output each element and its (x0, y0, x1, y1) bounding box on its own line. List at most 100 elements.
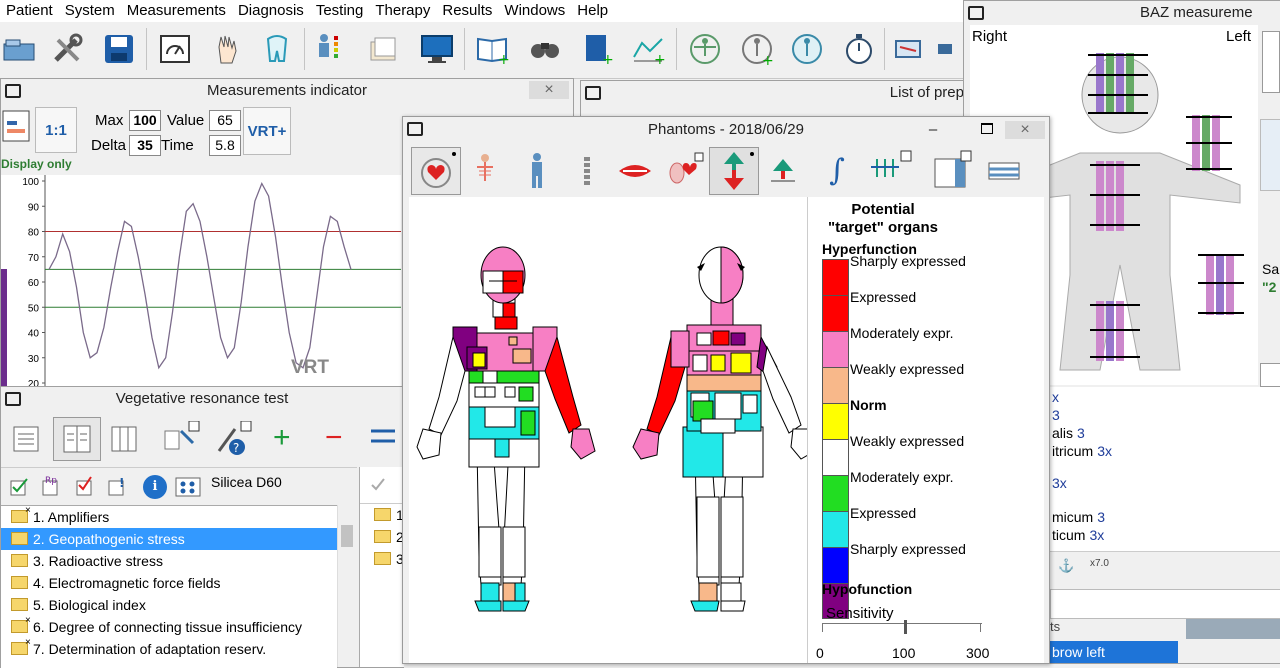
legend-swatch (822, 259, 849, 297)
mouth-icon[interactable] (615, 149, 655, 193)
spine-icon[interactable] (569, 149, 605, 193)
open-folder-icon[interactable] (0, 30, 38, 68)
value-label: Value (167, 112, 205, 129)
notebook-add-icon[interactable]: + (578, 30, 616, 68)
save-icon[interactable] (100, 30, 138, 68)
stopwatch-icon[interactable] (840, 30, 878, 68)
right-tree-item[interactable]: 1 (360, 504, 404, 526)
measurements-title: Measurements indicator (206, 82, 368, 99)
tree-item[interactable]: 2. Geopathogenic stress (1, 528, 337, 550)
svg-text:+: + (498, 52, 510, 65)
baz-remedy-line[interactable]: micum 3 (1052, 509, 1105, 525)
window-icon (407, 122, 423, 136)
svg-text:Rp: Rp (45, 476, 57, 486)
grid-view-icon[interactable] (105, 421, 143, 457)
menu-system[interactable]: System (59, 0, 121, 22)
scroll-thumb[interactable] (341, 525, 353, 547)
vitruvian-add-icon[interactable]: + (738, 30, 776, 68)
menu-help[interactable]: Help (571, 0, 614, 22)
display-only-label: Display only (1, 157, 72, 171)
panel-layout-icon[interactable] (929, 149, 973, 193)
binoculars-icon[interactable] (526, 30, 564, 68)
updown-arrows-icon[interactable] (709, 147, 759, 195)
remove-icon[interactable]: − (325, 423, 343, 453)
tree-item[interactable]: × 7. Determination of adaptation reserv. (1, 637, 337, 660)
tree-item[interactable]: × 6. Degree of connecting tissue insuffic… (1, 615, 337, 638)
tree-item[interactable]: 5. Biological index (1, 594, 337, 616)
body-icon[interactable] (519, 149, 555, 193)
side-box[interactable] (1260, 363, 1280, 387)
ratio-button[interactable]: 1:1 (35, 107, 77, 153)
menu-measurements[interactable]: Measurements (121, 0, 232, 22)
anchor-icon[interactable]: ⚓ (1058, 558, 1074, 574)
graph-add-icon[interactable]: + (630, 30, 668, 68)
list-view-icon[interactable] (7, 421, 45, 457)
baz-remedy-line[interactable]: itricum 3x (1052, 443, 1112, 459)
menu-therapy[interactable]: Therapy (369, 0, 436, 22)
dots-icon[interactable] (175, 477, 201, 497)
monitor-icon[interactable] (418, 30, 456, 68)
maximize-icon[interactable] (981, 123, 993, 134)
baz-remedy-line[interactable]: 3 (1052, 407, 1060, 423)
mark-icon: × (25, 637, 31, 648)
baz-remedy-line[interactable]: alis 3 (1052, 425, 1085, 441)
hand-icon[interactable] (208, 30, 246, 68)
organs-icon[interactable] (665, 149, 705, 193)
side-button[interactable] (1260, 119, 1280, 191)
book-add-icon[interactable]: + (474, 30, 512, 68)
body-scale-icon[interactable] (310, 30, 348, 68)
close-icon[interactable]: × (529, 81, 569, 99)
help-pen-icon[interactable]: ? (213, 420, 253, 457)
add-icon[interactable]: + (273, 423, 291, 453)
close-icon[interactable]: × (1005, 121, 1045, 139)
arrows-filter-icon[interactable] (867, 149, 915, 193)
device-icon[interactable] (892, 30, 930, 68)
info-icon[interactable]: i (143, 475, 167, 499)
body-settings-icon[interactable] (788, 30, 826, 68)
arrow-left-item[interactable]: brow left (1050, 641, 1178, 663)
check-icon[interactable] (9, 475, 31, 497)
vrt-plus-button[interactable]: VRT+ (243, 107, 291, 155)
vitruvian-icon[interactable] (686, 30, 724, 68)
tree-item[interactable]: × 1. Amplifiers (1, 505, 337, 528)
check-icon[interactable] (360, 467, 390, 497)
check-list-icon[interactable] (75, 475, 97, 497)
report-icon[interactable] (1, 107, 33, 145)
menu-patient[interactable]: Patient (0, 0, 59, 22)
horizontal-bars-icon[interactable] (985, 149, 1025, 193)
rp-icon[interactable]: Rp (41, 475, 63, 497)
tree-item[interactable]: 4. Electromagnetic force fields (1, 572, 337, 594)
baz-remedy-line[interactable]: 3x (1052, 475, 1067, 491)
menu-diagnosis[interactable]: Diagnosis (232, 0, 310, 22)
tab-ts[interactable]: ts (1050, 619, 1060, 634)
heart-target-icon[interactable] (411, 147, 461, 195)
right-tree-item[interactable]: 2 (360, 526, 404, 548)
side-text-2: "2 (1262, 279, 1277, 295)
columns-view-icon[interactable] (53, 417, 101, 461)
scissors-icon[interactable] (161, 420, 201, 457)
tree-scrollbar[interactable] (337, 505, 356, 667)
baz-remedy-line[interactable]: ticum 3x (1052, 527, 1104, 543)
gauge-icon[interactable] (156, 30, 194, 68)
pin-button[interactable] (1262, 31, 1280, 93)
cards-icon[interactable] (364, 30, 402, 68)
minimize-icon[interactable]: – (913, 117, 953, 143)
right-tree-item[interactable]: 3 (360, 548, 404, 570)
window-icon (5, 84, 21, 98)
legend-label: Expressed (850, 505, 917, 521)
clear-icon[interactable] (369, 423, 403, 453)
sensitivity-slider[interactable] (822, 620, 982, 638)
tools-icon[interactable] (48, 30, 86, 68)
tooth-icon[interactable] (258, 30, 296, 68)
menu-testing[interactable]: Testing (310, 0, 370, 22)
y-tick-label: 60 (28, 278, 40, 289)
sensitivity-thumb[interactable] (904, 620, 907, 634)
menu-results[interactable]: Results (436, 0, 498, 22)
skeleton-icon[interactable] (467, 149, 503, 193)
integral-icon[interactable]: ∫ (817, 149, 857, 193)
baz-remedy-line[interactable]: x (1052, 389, 1059, 405)
menu-windows[interactable]: Windows (498, 0, 571, 22)
alert-icon[interactable]: ! (107, 475, 129, 497)
tree-item[interactable]: 3. Radioactive stress (1, 550, 337, 572)
up-arrow-icon[interactable] (763, 149, 803, 193)
